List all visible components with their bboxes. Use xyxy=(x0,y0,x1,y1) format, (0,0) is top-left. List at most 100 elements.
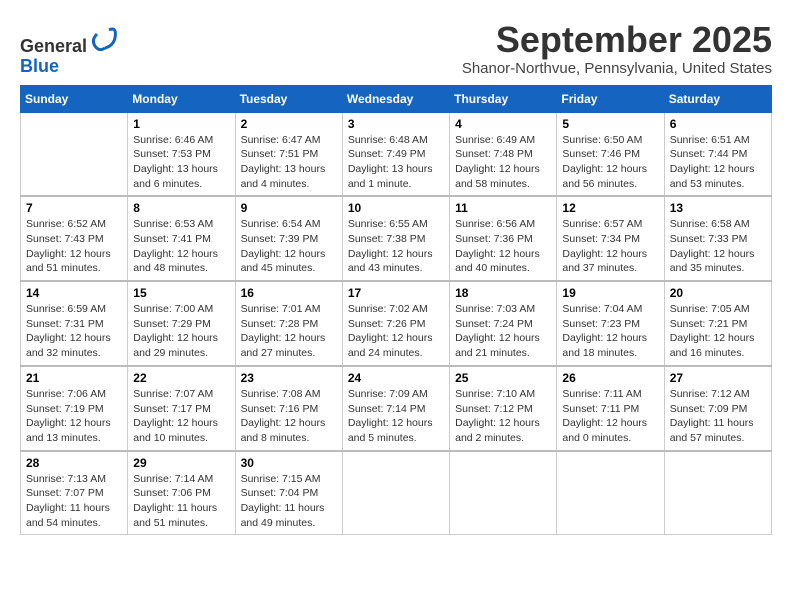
calendar-cell: 27 Sunrise: 7:12 AM Sunset: 7:09 PM Dayli… xyxy=(664,366,771,451)
calendar-cell: 25Sunrise: 7:10 AM Sunset: 7:12 PM Dayli… xyxy=(450,366,557,451)
calendar-cell: 5 Sunrise: 6:50 AM Sunset: 7:46 PM Daylig… xyxy=(557,112,664,196)
day-number: 23 xyxy=(241,371,337,385)
day-number: 5 xyxy=(562,117,658,131)
page-header: General Blue September 2025 Shanor-North… xyxy=(20,20,772,77)
calendar-table: SundayMondayTuesdayWednesdayThursdayFrid… xyxy=(20,85,772,536)
day-info: Sunrise: 7:14 AM Sunset: 7:06 PM Dayligh… xyxy=(133,472,229,531)
day-info: Sunrise: 6:54 AM Sunset: 7:39 PM Dayligh… xyxy=(241,217,337,276)
logo: General Blue xyxy=(20,24,117,77)
day-number: 3 xyxy=(348,117,444,131)
day-number: 6 xyxy=(670,117,766,131)
calendar-cell: 8 Sunrise: 6:53 AM Sunset: 7:41 PM Daylig… xyxy=(128,196,235,281)
col-header-sunday: Sunday xyxy=(21,85,128,112)
calendar-cell: 16 Sunrise: 7:01 AM Sunset: 7:28 PM Dayli… xyxy=(235,281,342,366)
day-number: 9 xyxy=(241,201,337,215)
day-number: 4 xyxy=(455,117,551,131)
col-header-thursday: Thursday xyxy=(450,85,557,112)
logo-general: General xyxy=(20,36,87,56)
calendar-cell: 6 Sunrise: 6:51 AM Sunset: 7:44 PM Daylig… xyxy=(664,112,771,196)
day-number: 27 xyxy=(670,371,766,385)
calendar-cell: 20 Sunrise: 7:05 AM Sunset: 7:21 PM Dayli… xyxy=(664,281,771,366)
day-number: 21 xyxy=(26,371,122,385)
calendar-cell: 17 Sunrise: 7:02 AM Sunset: 7:26 PM Dayli… xyxy=(342,281,449,366)
day-info: Sunrise: 7:11 AM Sunset: 7:11 PM Dayligh… xyxy=(562,387,658,446)
day-number: 8 xyxy=(133,201,229,215)
calendar-cell: 9 Sunrise: 6:54 AM Sunset: 7:39 PM Daylig… xyxy=(235,196,342,281)
calendar-cell: 3 Sunrise: 6:48 AM Sunset: 7:49 PM Daylig… xyxy=(342,112,449,196)
calendar-cell: 14Sunrise: 6:59 AM Sunset: 7:31 PM Dayli… xyxy=(21,281,128,366)
day-number: 26 xyxy=(562,371,658,385)
calendar-cell xyxy=(21,112,128,196)
day-number: 22 xyxy=(133,371,229,385)
day-info: Sunrise: 7:12 AM Sunset: 7:09 PM Dayligh… xyxy=(670,387,766,446)
col-header-friday: Friday xyxy=(557,85,664,112)
logo-icon xyxy=(89,24,117,52)
calendar-cell xyxy=(450,451,557,535)
day-info: Sunrise: 7:09 AM Sunset: 7:14 PM Dayligh… xyxy=(348,387,444,446)
day-info: Sunrise: 6:58 AM Sunset: 7:33 PM Dayligh… xyxy=(670,217,766,276)
day-info: Sunrise: 7:05 AM Sunset: 7:21 PM Dayligh… xyxy=(670,302,766,361)
title-block: September 2025 Shanor-Northvue, Pennsylv… xyxy=(462,20,772,77)
logo-blue: Blue xyxy=(20,56,59,76)
calendar-cell: 19Sunrise: 7:04 AM Sunset: 7:23 PM Dayli… xyxy=(557,281,664,366)
day-number: 25 xyxy=(455,371,551,385)
day-number: 17 xyxy=(348,286,444,300)
day-number: 11 xyxy=(455,201,551,215)
day-info: Sunrise: 6:53 AM Sunset: 7:41 PM Dayligh… xyxy=(133,217,229,276)
day-number: 20 xyxy=(670,286,766,300)
day-info: Sunrise: 7:06 AM Sunset: 7:19 PM Dayligh… xyxy=(26,387,122,446)
calendar-cell xyxy=(342,451,449,535)
day-number: 19 xyxy=(562,286,658,300)
col-header-monday: Monday xyxy=(128,85,235,112)
day-number: 15 xyxy=(133,286,229,300)
calendar-cell xyxy=(664,451,771,535)
day-info: Sunrise: 6:55 AM Sunset: 7:38 PM Dayligh… xyxy=(348,217,444,276)
month-title: September 2025 xyxy=(462,20,772,60)
day-number: 10 xyxy=(348,201,444,215)
col-header-tuesday: Tuesday xyxy=(235,85,342,112)
day-number: 1 xyxy=(133,117,229,131)
day-info: Sunrise: 7:07 AM Sunset: 7:17 PM Dayligh… xyxy=(133,387,229,446)
day-info: Sunrise: 6:52 AM Sunset: 7:43 PM Dayligh… xyxy=(26,217,122,276)
calendar-cell: 11 Sunrise: 6:56 AM Sunset: 7:36 PM Dayli… xyxy=(450,196,557,281)
day-info: Sunrise: 6:49 AM Sunset: 7:48 PM Dayligh… xyxy=(455,133,551,192)
calendar-cell: 22 Sunrise: 7:07 AM Sunset: 7:17 PM Dayli… xyxy=(128,366,235,451)
day-number: 28 xyxy=(26,456,122,470)
calendar-cell: 26 Sunrise: 7:11 AM Sunset: 7:11 PM Dayli… xyxy=(557,366,664,451)
calendar-cell: 30 Sunrise: 7:15 AM Sunset: 7:04 PM Dayli… xyxy=(235,451,342,535)
calendar-cell: 1 Sunrise: 6:46 AM Sunset: 7:53 PM Daylig… xyxy=(128,112,235,196)
day-info: Sunrise: 7:15 AM Sunset: 7:04 PM Dayligh… xyxy=(241,472,337,531)
day-number: 16 xyxy=(241,286,337,300)
day-info: Sunrise: 7:03 AM Sunset: 7:24 PM Dayligh… xyxy=(455,302,551,361)
day-info: Sunrise: 7:01 AM Sunset: 7:28 PM Dayligh… xyxy=(241,302,337,361)
calendar-cell: 2 Sunrise: 6:47 AM Sunset: 7:51 PM Daylig… xyxy=(235,112,342,196)
location-subtitle: Shanor-Northvue, Pennsylvania, United St… xyxy=(462,60,772,77)
day-info: Sunrise: 6:48 AM Sunset: 7:49 PM Dayligh… xyxy=(348,133,444,192)
day-number: 29 xyxy=(133,456,229,470)
calendar-cell: 13 Sunrise: 6:58 AM Sunset: 7:33 PM Dayli… xyxy=(664,196,771,281)
calendar-cell: 23 Sunrise: 7:08 AM Sunset: 7:16 PM Dayli… xyxy=(235,366,342,451)
day-number: 2 xyxy=(241,117,337,131)
day-number: 24 xyxy=(348,371,444,385)
day-number: 13 xyxy=(670,201,766,215)
calendar-cell xyxy=(557,451,664,535)
day-info: Sunrise: 6:46 AM Sunset: 7:53 PM Dayligh… xyxy=(133,133,229,192)
day-number: 7 xyxy=(26,201,122,215)
calendar-cell: 28Sunrise: 7:13 AM Sunset: 7:07 PM Dayli… xyxy=(21,451,128,535)
day-info: Sunrise: 7:08 AM Sunset: 7:16 PM Dayligh… xyxy=(241,387,337,446)
calendar-cell: 24 Sunrise: 7:09 AM Sunset: 7:14 PM Dayli… xyxy=(342,366,449,451)
calendar-cell: 29 Sunrise: 7:14 AM Sunset: 7:06 PM Dayli… xyxy=(128,451,235,535)
day-info: Sunrise: 6:59 AM Sunset: 7:31 PM Dayligh… xyxy=(26,302,122,361)
day-info: Sunrise: 6:47 AM Sunset: 7:51 PM Dayligh… xyxy=(241,133,337,192)
day-info: Sunrise: 7:02 AM Sunset: 7:26 PM Dayligh… xyxy=(348,302,444,361)
calendar-cell: 10 Sunrise: 6:55 AM Sunset: 7:38 PM Dayli… xyxy=(342,196,449,281)
col-header-saturday: Saturday xyxy=(664,85,771,112)
calendar-cell: 21 Sunrise: 7:06 AM Sunset: 7:19 PM Dayli… xyxy=(21,366,128,451)
day-info: Sunrise: 7:00 AM Sunset: 7:29 PM Dayligh… xyxy=(133,302,229,361)
day-info: Sunrise: 6:50 AM Sunset: 7:46 PM Dayligh… xyxy=(562,133,658,192)
day-info: Sunrise: 6:51 AM Sunset: 7:44 PM Dayligh… xyxy=(670,133,766,192)
day-number: 30 xyxy=(241,456,337,470)
day-info: Sunrise: 6:57 AM Sunset: 7:34 PM Dayligh… xyxy=(562,217,658,276)
calendar-cell: 7 Sunrise: 6:52 AM Sunset: 7:43 PM Daylig… xyxy=(21,196,128,281)
day-info: Sunrise: 6:56 AM Sunset: 7:36 PM Dayligh… xyxy=(455,217,551,276)
